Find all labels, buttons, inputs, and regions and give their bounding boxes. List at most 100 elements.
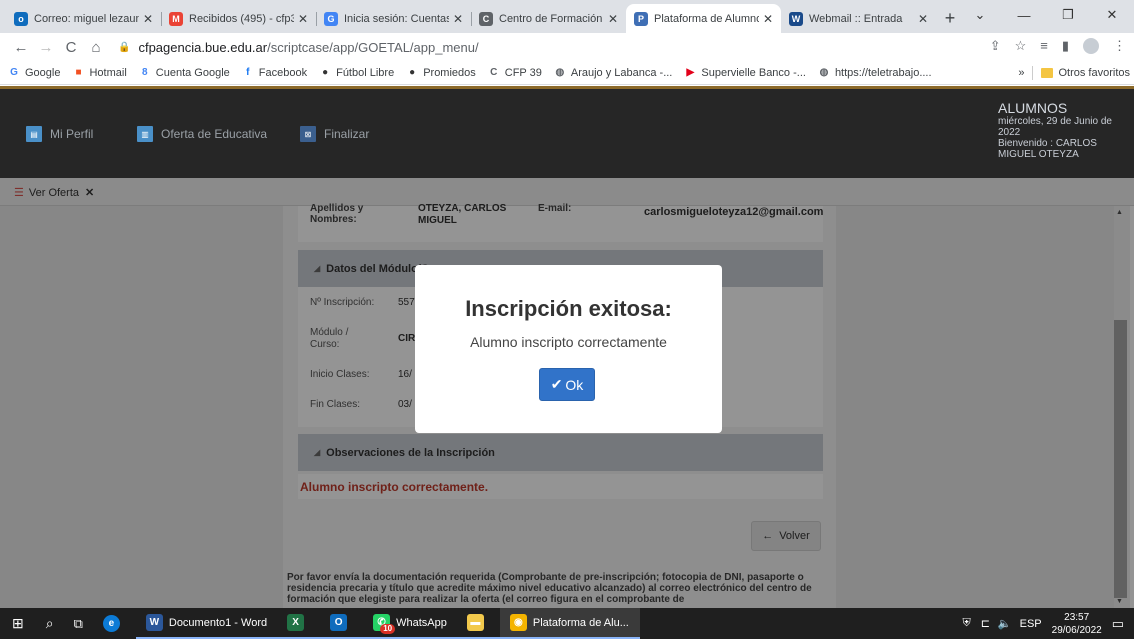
bookmark-label: Fútbol Libre [336, 66, 395, 79]
tab-title: Centro de Formación [499, 12, 603, 25]
defender-icon[interactable]: ⛨ [962, 617, 970, 630]
network-icon[interactable]: ⊏ [981, 617, 990, 630]
other-favorites-folder[interactable]: Otros favoritos [1058, 67, 1130, 79]
divider [1032, 66, 1034, 80]
bookmark-item[interactable]: ◍ Araujo y Labanca -... [554, 67, 672, 79]
address-bar[interactable]: 🔒 cfpagencia.bue.edu.ar/scriptcase/app/G… [118, 40, 479, 55]
taskbar-app[interactable]: ✆ 10 WhatsApp [363, 608, 457, 639]
windows-start-icon[interactable]: ⊞ [0, 608, 36, 639]
facebook-icon: f [246, 67, 250, 78]
browser-tab[interactable]: o Correo: miguel lezaun ✕ [6, 4, 161, 33]
browser-tab[interactable]: P Plataforma de Alumno ✕ [626, 4, 781, 33]
bookmark-item[interactable]: ▶ Supervielle Banco -... [684, 67, 806, 79]
clock[interactable]: 23:57 29/06/2022 [1052, 611, 1102, 637]
date-year: 2022 [998, 127, 1021, 138]
dialog-title: Inscripción exitosa: [465, 296, 672, 321]
close-tab-icon[interactable]: ✕ [918, 12, 928, 26]
tab-search-icon[interactable]: ⌄ [958, 0, 1002, 30]
bookmark-item[interactable]: C CFP 39 [488, 67, 542, 79]
supervielle-icon: ▶ [686, 67, 695, 78]
browser-tab[interactable]: M Recibidos (495) - cfp3 ✕ [161, 4, 316, 33]
outlook-icon: o [14, 11, 28, 26]
profile-avatar[interactable] [1083, 38, 1099, 54]
back-button[interactable]: ← [10, 39, 32, 56]
taskbar-app[interactable]: X [277, 608, 321, 639]
date-line: miércoles, 29 de Junio de [998, 116, 1112, 127]
bookmark-item[interactable]: ● Fútbol Libre [319, 67, 394, 79]
language-indicator[interactable]: ESP [1020, 618, 1042, 630]
close-tab-icon[interactable]: ✕ [298, 12, 308, 26]
menu-dots-icon[interactable]: ⋮ [1113, 38, 1126, 54]
bookmarks-bar: G Google ■ Hotmail 8 Cuenta Google f Facebook ● F… [0, 61, 1134, 85]
bookmark-label: Cuenta Google [155, 66, 230, 79]
browser-toolbar: ← → C ⌂ 🔒 cfpagencia.bue.edu.ar/scriptca… [0, 33, 1134, 61]
notification-icon[interactable]: ▭ [1112, 616, 1124, 632]
browser-tab[interactable]: W Webmail :: Entrada ✕ [781, 4, 936, 33]
browser-tab[interactable]: C Centro de Formación ✕ [471, 4, 626, 33]
share-icon[interactable]: ⇪ [990, 38, 1001, 54]
browser-tab[interactable]: G Inicia sesión: Cuentas ✕ [316, 4, 471, 33]
search-icon[interactable]: ⌕ [36, 608, 64, 639]
close-tab-icon[interactable]: ✕ [143, 12, 153, 26]
task-view-icon[interactable]: ⧉ [64, 608, 93, 639]
reading-list-icon[interactable]: ≡ [1040, 38, 1048, 54]
tab-title: Correo: miguel lezaun [34, 12, 139, 25]
tab-title: Recibidos (495) - cfp3 [189, 12, 294, 25]
ok-button[interactable]: ✔ Ok [539, 368, 595, 401]
taskbar-app[interactable]: W Documento1 - Word [135, 608, 278, 639]
dialog-message: Alumno inscripto correctamente [470, 334, 667, 350]
menu-item-finalizar[interactable]: ⊠ Finalizar [300, 126, 369, 142]
restore-button[interactable]: ❐ [1046, 0, 1090, 30]
taskbar-app[interactable]: ◉ Plataforma de Alu... [499, 608, 640, 639]
globe-icon: ◍ [555, 67, 565, 78]
bookmark-item[interactable]: ◍ https://teletrabajo.... [818, 67, 932, 79]
outlook-icon: O [330, 614, 348, 631]
window-controls: ⌄ — ❐ ✕ [958, 0, 1134, 30]
word-icon: W [145, 614, 163, 631]
url-path: /scriptcase/app/GOETAL/app_menu/ [267, 39, 479, 55]
taskbar-app-label: Documento1 - Word [168, 616, 268, 629]
app-header: ▤ Mi Perfil ▥ Oferta de Educativa ⊠ Fina… [0, 86, 1134, 178]
bookmark-item[interactable]: f Facebook [242, 67, 307, 79]
close-window-button[interactable]: ✕ [1090, 0, 1134, 30]
bookmark-label: Hotmail [89, 66, 127, 79]
more-bookmarks-button[interactable]: » [1018, 67, 1024, 79]
menu-label: Finalizar [324, 127, 370, 141]
bookmark-item[interactable]: 8 Cuenta Google [139, 67, 230, 79]
bookmark-item[interactable]: ■ Hotmail [72, 67, 126, 79]
menu-item-oferta[interactable]: ▥ Oferta de Educativa [137, 126, 267, 142]
clock-time: 23:57 [1064, 611, 1090, 623]
minimize-button[interactable]: — [1002, 0, 1046, 30]
windows-icon: ■ [75, 67, 82, 78]
speaker-icon[interactable]: 🔈 [998, 617, 1012, 630]
taskbar-app-label: WhatsApp [396, 616, 447, 629]
edge-icon[interactable]: e [93, 608, 136, 639]
excel-icon: X [287, 614, 305, 631]
windows-taskbar: ⊞ ⌕ ⧉ e W Documento1 - Word X O ✆ 10 WhatsApp ▬… [0, 608, 1134, 639]
menu-label: Mi Perfil [50, 127, 94, 141]
notification-badge: 10 [380, 624, 396, 634]
close-tab-icon[interactable]: ✕ [453, 12, 463, 26]
google-icon: G [10, 67, 18, 78]
close-tab-icon[interactable]: ✕ [608, 12, 618, 26]
side-panel-icon[interactable]: ▮ [1062, 38, 1069, 54]
taskbar-app[interactable]: ▬ [456, 608, 500, 639]
tab-title: Webmail :: Entrada [809, 12, 903, 25]
success-dialog: Inscripción exitosa: Alumno inscripto co… [415, 265, 722, 433]
url-host: cfpagencia.bue.edu.ar [138, 39, 268, 55]
cfp-icon: C [490, 67, 498, 78]
bookmark-label: Supervielle Banco -... [701, 66, 806, 79]
menu-item-mi-perfil[interactable]: ▤ Mi Perfil [26, 126, 93, 142]
home-button[interactable]: ⌂ [85, 39, 107, 56]
taskbar-app[interactable]: O [320, 608, 364, 639]
bookmark-item[interactable]: ● Promiedos [406, 67, 476, 79]
reload-button[interactable]: C [60, 39, 82, 56]
promiedos-icon: ● [409, 67, 416, 78]
cfp-icon: C [479, 11, 493, 26]
close-tab-icon[interactable]: ✕ [763, 12, 773, 26]
bookmark-item[interactable]: G Google [8, 67, 60, 79]
bookmark-star-icon[interactable]: ☆ [1015, 38, 1027, 54]
profile-icon: ▤ [26, 126, 42, 142]
forward-button[interactable]: → [35, 39, 57, 56]
chrome-icon: ◉ [509, 614, 527, 631]
